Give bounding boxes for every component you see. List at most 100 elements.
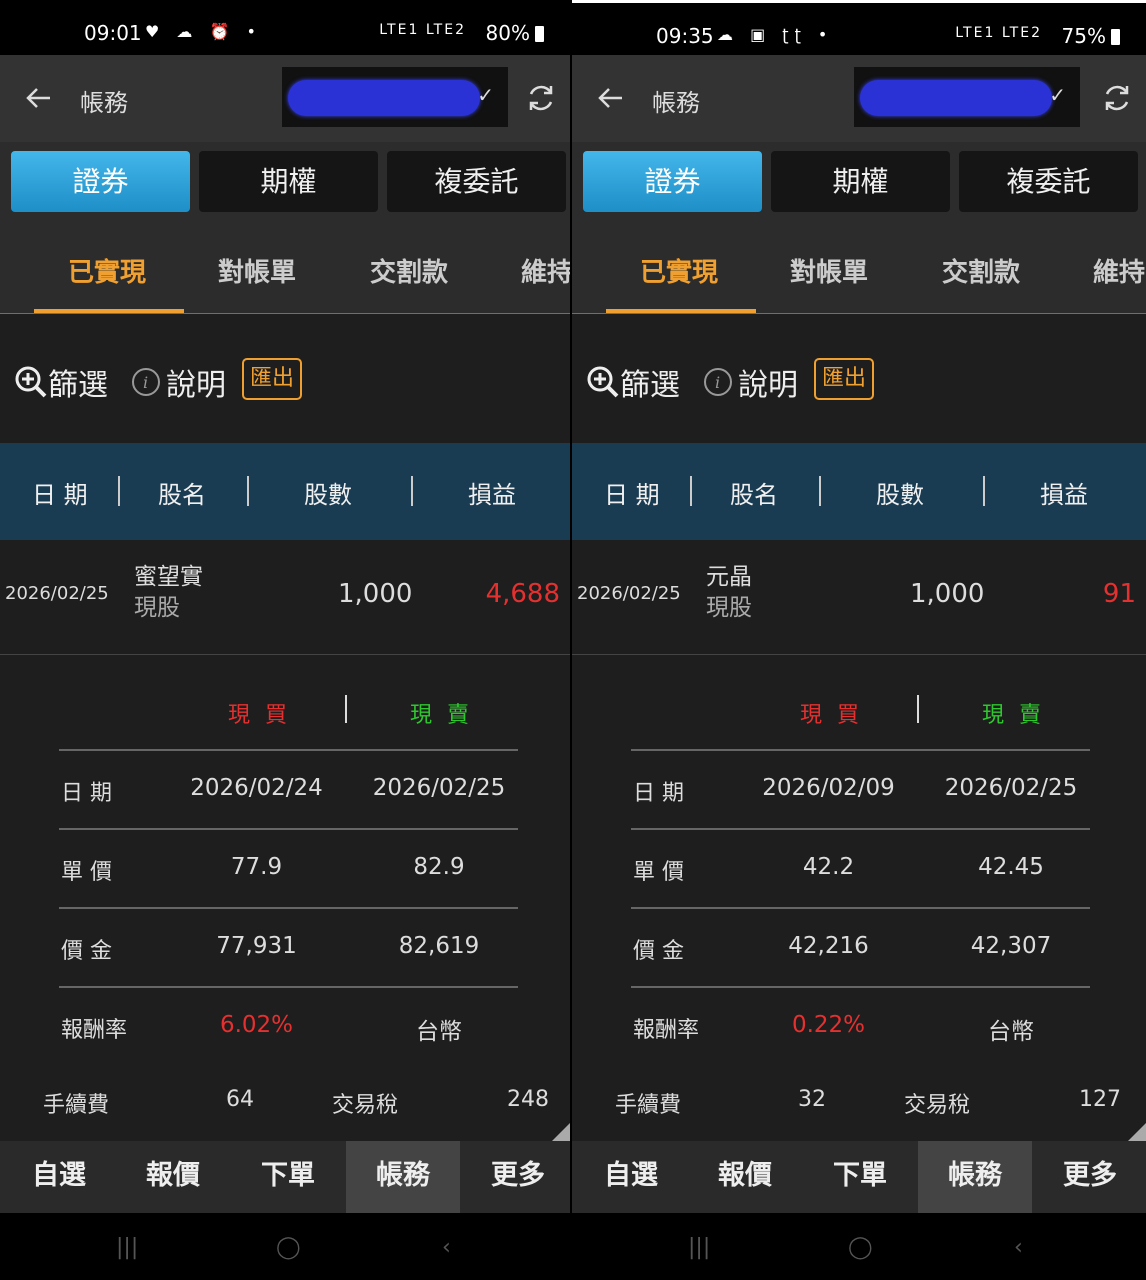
tab-realized[interactable]: 已實現 <box>640 252 718 289</box>
stock-name: 蜜望實 <box>134 564 203 590</box>
list-toolbar: 篩選 i 說明 匯出 <box>572 315 1146 443</box>
help-button[interactable]: i 說明 <box>702 360 798 404</box>
sell-value: 42.45 <box>978 854 1044 880</box>
table-row[interactable]: 2026/02/25 蜜望實 現股 1,000 4,688 <box>0 540 570 655</box>
filter-label: 篩選 <box>48 368 108 403</box>
column-pnl: 損益 <box>468 481 516 509</box>
recent-apps-icon[interactable]: ||| <box>688 1235 710 1260</box>
column-stock-name: 股名 <box>730 481 778 509</box>
detail-label: 日 期 <box>61 781 112 806</box>
market-segment-bar: 證券 期權 複委託 <box>572 142 1146 224</box>
nav-order[interactable]: 下單 <box>231 1141 345 1213</box>
column-divider <box>118 476 120 506</box>
buy-value: 42,216 <box>788 933 869 959</box>
detail-row-return: 報酬率 6.02% 台幣 <box>59 986 518 1065</box>
segment-options[interactable]: 期權 <box>771 151 950 212</box>
segment-options[interactable]: 期權 <box>199 151 378 212</box>
nav-account[interactable]: 帳務 <box>346 1141 460 1213</box>
chevron-down-icon: ✓ <box>477 83 494 107</box>
filter-button[interactable]: 篩選 <box>586 360 680 404</box>
account-selector[interactable]: ✓ <box>282 67 508 127</box>
detail-label: 價 金 <box>61 939 112 964</box>
nav-watchlist[interactable]: 自選 <box>574 1141 688 1213</box>
sell-header: 現 賣 <box>982 703 1045 728</box>
back-arrow-icon[interactable] <box>596 83 626 113</box>
table-row[interactable]: 2026/02/25 元晶 現股 1,000 91 <box>572 540 1146 655</box>
segment-securities[interactable]: 證券 <box>11 151 190 212</box>
stock-name: 元晶 <box>706 564 752 590</box>
system-navigation-bar: ||| ◯ ‹ <box>572 1213 1146 1280</box>
filter-label: 篩選 <box>620 368 680 403</box>
sell-value: 2026/02/25 <box>944 775 1078 801</box>
sell-value: 2026/02/25 <box>372 775 506 801</box>
nav-quotes[interactable]: 報價 <box>688 1141 802 1213</box>
column-divider <box>247 476 249 506</box>
currency: 台幣 <box>988 1019 1034 1045</box>
info-icon: i <box>132 368 160 396</box>
column-divider <box>819 476 821 506</box>
home-icon[interactable]: ◯ <box>848 1235 873 1260</box>
segment-securities[interactable]: 證券 <box>583 151 762 212</box>
nav-order[interactable]: 下單 <box>803 1141 917 1213</box>
buy-header: 現 買 <box>800 703 863 728</box>
back-arrow-icon[interactable] <box>24 83 54 113</box>
tab-settlement[interactable]: 交割款 <box>370 252 448 289</box>
nav-quotes[interactable]: 報價 <box>116 1141 230 1213</box>
market-segment-bar: 證券 期權 複委託 <box>0 142 570 224</box>
trade-detail: 現 買 現 賣 日 期 2026/02/09 2026/02/25 單 價 42… <box>572 655 1146 1141</box>
sell-value: 82.9 <box>413 854 465 880</box>
page-title: 帳務 <box>652 89 700 117</box>
detail-label: 報酬率 <box>633 1018 700 1043</box>
notification-icons: ♥ ☁ ⏰ • <box>145 22 262 41</box>
tab-realized[interactable]: 已實現 <box>68 252 146 289</box>
segment-subbrokerage[interactable]: 複委託 <box>959 151 1138 212</box>
back-icon[interactable]: ‹ <box>1014 1235 1023 1260</box>
row-shares: 1,000 <box>338 579 413 609</box>
back-icon[interactable]: ‹ <box>442 1235 451 1260</box>
header-divider <box>917 695 919 723</box>
column-pnl: 損益 <box>1040 481 1088 509</box>
export-button[interactable]: 匯出 <box>814 358 874 400</box>
tab-statement[interactable]: 對帳單 <box>790 252 868 289</box>
nav-more[interactable]: 更多 <box>1033 1141 1146 1213</box>
status-time: 09:35 <box>656 24 714 48</box>
help-label: 說明 <box>166 368 226 403</box>
buy-value: 2026/02/24 <box>190 775 323 801</box>
help-button[interactable]: i 說明 <box>130 360 226 404</box>
export-button[interactable]: 匯出 <box>242 358 302 400</box>
fee-label: 手續費 <box>43 1093 110 1118</box>
tab-settlement[interactable]: 交割款 <box>942 252 1020 289</box>
header-divider <box>345 695 347 723</box>
stock-type: 現股 <box>134 595 180 621</box>
row-stock: 元晶 現股 <box>706 562 752 624</box>
tab-maintenance[interactable]: 維持 <box>521 252 570 289</box>
row-pnl: 91 <box>1102 579 1136 609</box>
redacted-account-mask <box>860 80 1052 116</box>
nav-account[interactable]: 帳務 <box>918 1141 1032 1213</box>
tax-label: 交易稅 <box>332 1093 399 1118</box>
recent-apps-icon[interactable]: ||| <box>116 1235 138 1260</box>
refresh-icon[interactable] <box>524 81 558 115</box>
segment-subbrokerage[interactable]: 複委託 <box>387 151 566 212</box>
nav-more[interactable]: 更多 <box>461 1141 570 1213</box>
detail-row-return: 報酬率 0.22% 台幣 <box>631 986 1090 1065</box>
table-header: 日 期 股名 股數 損益 <box>0 443 570 540</box>
home-icon[interactable]: ◯ <box>276 1235 301 1260</box>
refresh-icon[interactable] <box>1100 81 1134 115</box>
nav-watchlist[interactable]: 自選 <box>2 1141 116 1213</box>
buy-header: 現 買 <box>228 703 291 728</box>
trade-detail: 現 買 現 賣 日 期 2026/02/24 2026/02/25 單 價 77… <box>0 655 570 1141</box>
battery-icon <box>535 26 544 42</box>
tab-maintenance[interactable]: 維持 <box>1093 252 1145 289</box>
battery-icon <box>1111 29 1120 45</box>
network-signal-icon: LTE1 LTE2 <box>379 22 466 38</box>
detail-row-amount: 價 金 77,931 82,619 <box>59 907 518 986</box>
column-shares: 股數 <box>304 481 352 509</box>
screenshot-panel-right: 09:35 ☁ ▣ ʈʈ • LTE1 LTE2 75% 帳務 ✓ 證券 期權 … <box>572 0 1146 1280</box>
detail-label: 單 價 <box>633 860 684 885</box>
account-selector[interactable]: ✓ <box>854 67 1080 127</box>
bottom-navigation: 自選 報價 下單 帳務 更多 <box>0 1141 570 1213</box>
tab-statement[interactable]: 對帳單 <box>218 252 296 289</box>
filter-button[interactable]: 篩選 <box>14 360 108 404</box>
battery-percent: 80% <box>485 21 530 45</box>
